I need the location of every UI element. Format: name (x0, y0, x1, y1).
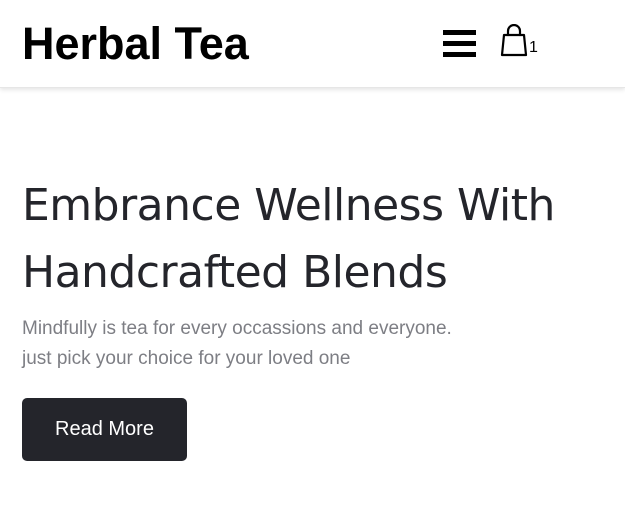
read-more-button[interactable]: Read More (22, 398, 187, 461)
brand-logo-text[interactable]: Herbal Tea (22, 18, 249, 70)
hero-title: Embrance Wellness With Handcrafted Blend… (22, 172, 622, 306)
site-header: Herbal Tea 1 (0, 0, 625, 88)
shopping-bag-icon (500, 24, 528, 57)
hero-title-line-1: Embrance Wellness With (22, 180, 555, 231)
hero-subtitle-line-1: Mindfully is tea for every occassions an… (22, 318, 452, 339)
hamburger-menu-icon-bar (443, 41, 476, 46)
cart-button[interactable]: 1 (500, 24, 542, 60)
hamburger-menu-icon-bar (443, 52, 476, 57)
hero-title-line-2: Handcrafted Blends (22, 247, 448, 298)
hero-subtitle: Mindfully is tea for every occassions an… (22, 314, 582, 374)
menu-button[interactable] (440, 28, 478, 60)
cart-count-badge: 1 (529, 39, 538, 56)
hero-subtitle-line-2: just pick your choice for your loved one (22, 348, 351, 369)
hamburger-menu-icon (443, 30, 476, 35)
